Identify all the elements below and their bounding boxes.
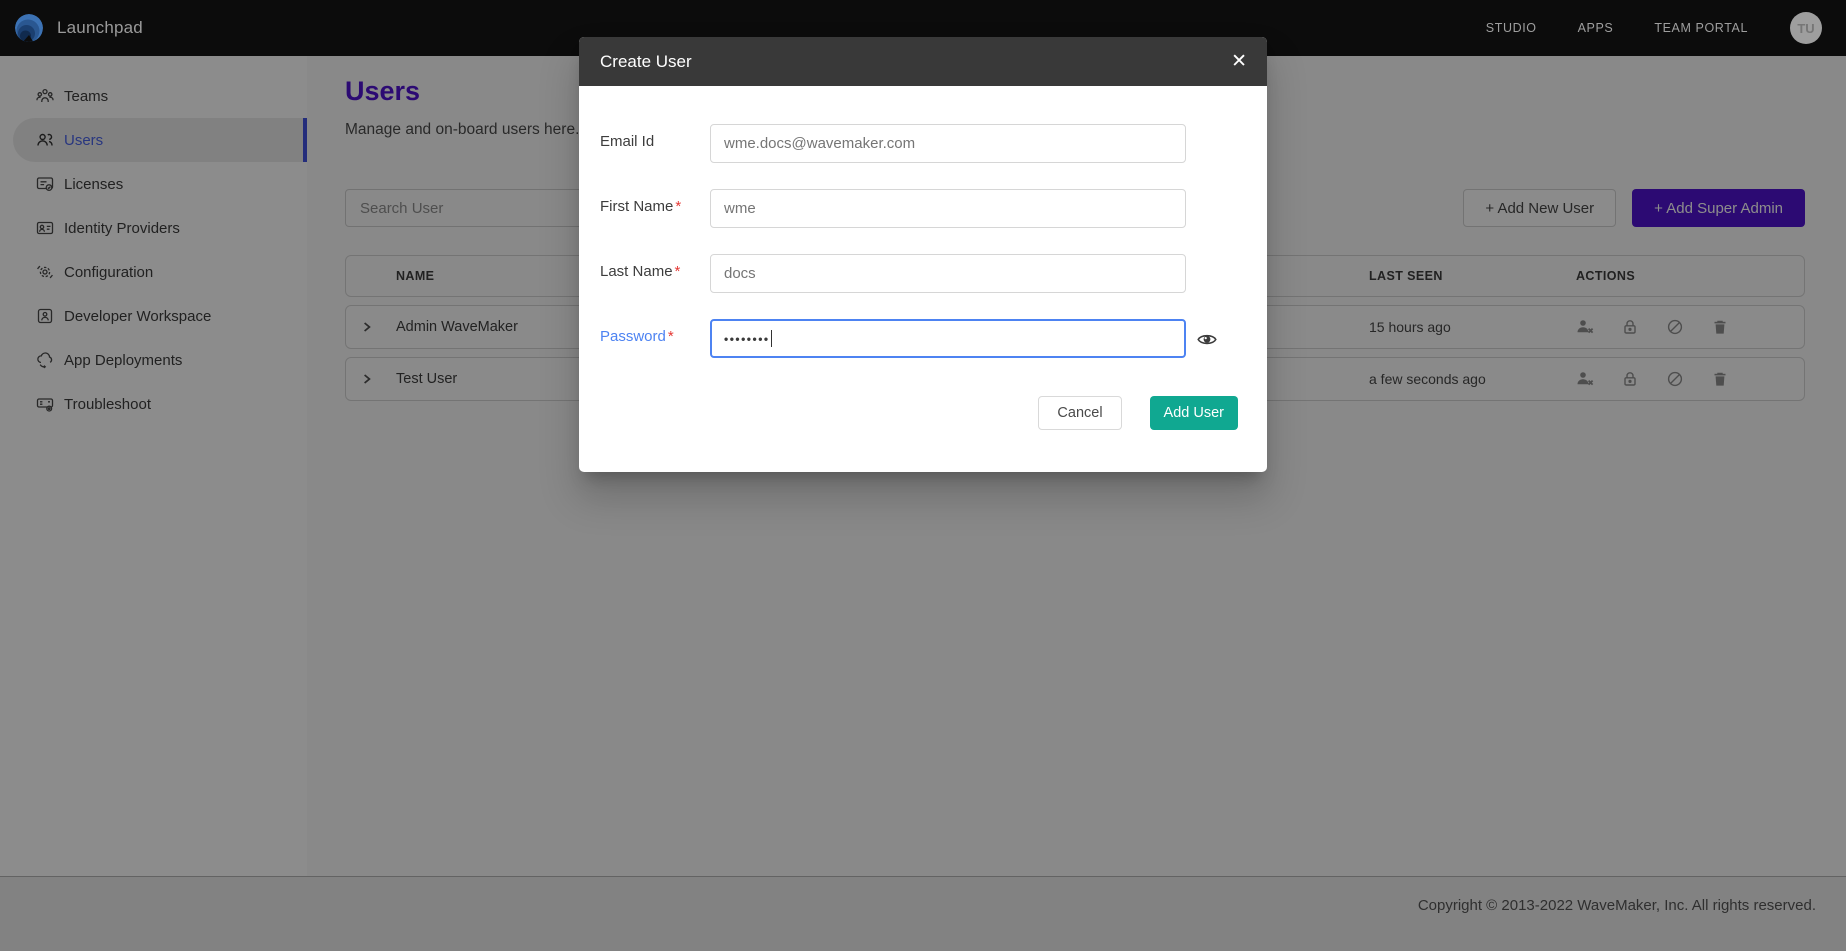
close-icon[interactable]: ✕ [1231, 52, 1247, 71]
nav-link-studio[interactable]: STUDIO [1486, 21, 1537, 35]
nav-link-team-portal[interactable]: TEAM PORTAL [1654, 21, 1748, 35]
wavemaker-logo-icon [14, 13, 44, 43]
create-user-modal: Create User ✕ Email Id First Name* Last … [579, 37, 1267, 472]
required-mark: * [668, 328, 674, 345]
brand[interactable]: Launchpad [14, 13, 143, 43]
last-name-field[interactable] [710, 254, 1186, 293]
nav-links: STUDIO APPS TEAM PORTAL [1486, 21, 1748, 35]
email-field-row: Email Id [600, 124, 1267, 163]
masked-password: •••••••• [724, 332, 770, 346]
last-name-label: Last Name* [600, 254, 710, 293]
password-field[interactable]: •••••••• [710, 319, 1186, 358]
modal-title: Create User [600, 52, 692, 72]
show-password-eye-icon[interactable] [1196, 328, 1218, 350]
required-mark: * [675, 198, 681, 215]
nav-link-apps[interactable]: APPS [1578, 21, 1614, 35]
brand-name: Launchpad [57, 18, 143, 38]
add-user-button[interactable]: Add User [1150, 396, 1238, 430]
email-field[interactable] [710, 124, 1186, 163]
avatar[interactable]: TU [1790, 12, 1822, 44]
password-label: Password* [600, 319, 710, 358]
modal-body: Email Id First Name* Last Name* Password… [579, 86, 1267, 358]
first-name-field[interactable] [710, 189, 1186, 228]
password-field-row: Password* •••••••• [600, 319, 1267, 358]
first-name-field-row: First Name* [600, 189, 1267, 228]
modal-header: Create User ✕ [579, 37, 1267, 86]
modal-footer: Cancel Add User [579, 384, 1267, 472]
last-name-field-row: Last Name* [600, 254, 1267, 293]
first-name-label: First Name* [600, 189, 710, 228]
text-caret [771, 330, 773, 347]
required-mark: * [675, 263, 681, 280]
cancel-button[interactable]: Cancel [1038, 396, 1121, 430]
email-label: Email Id [600, 124, 710, 163]
